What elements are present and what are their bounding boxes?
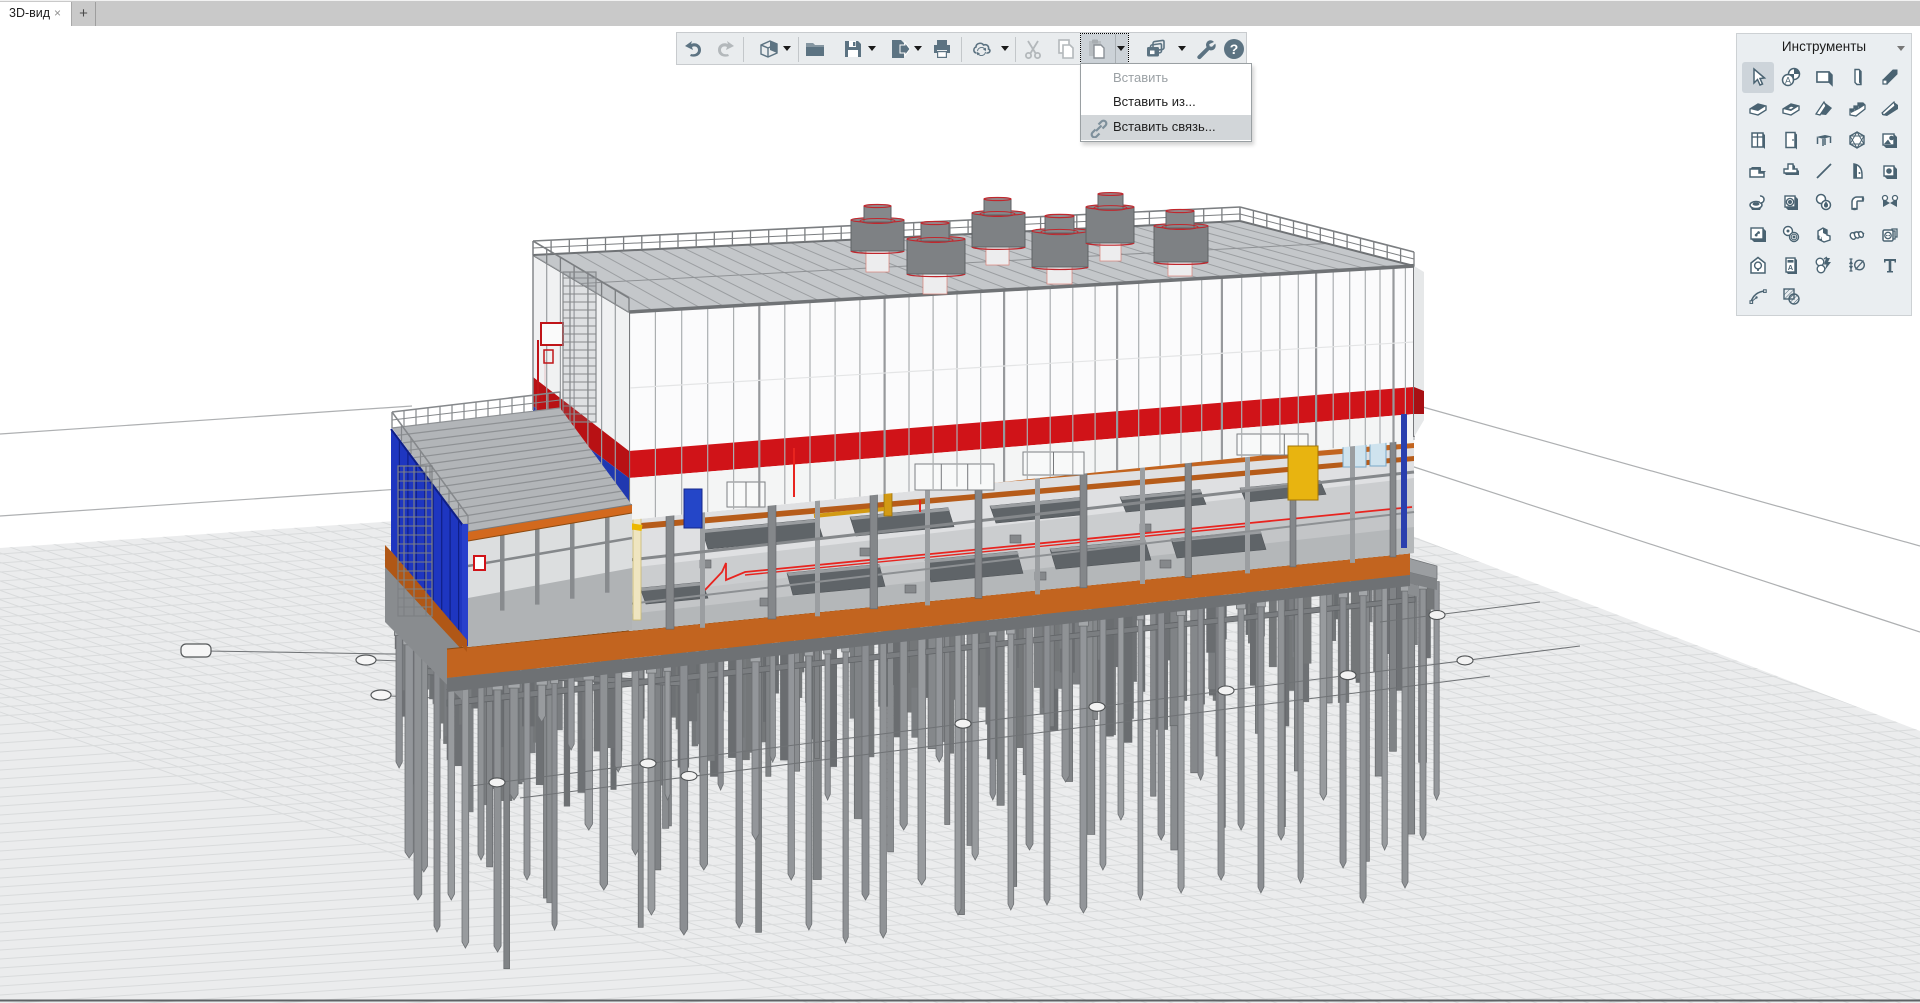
svg-text:A: A	[1788, 263, 1794, 272]
svg-text:?: ?	[1230, 41, 1239, 57]
svg-text:A: A	[1785, 76, 1791, 86]
